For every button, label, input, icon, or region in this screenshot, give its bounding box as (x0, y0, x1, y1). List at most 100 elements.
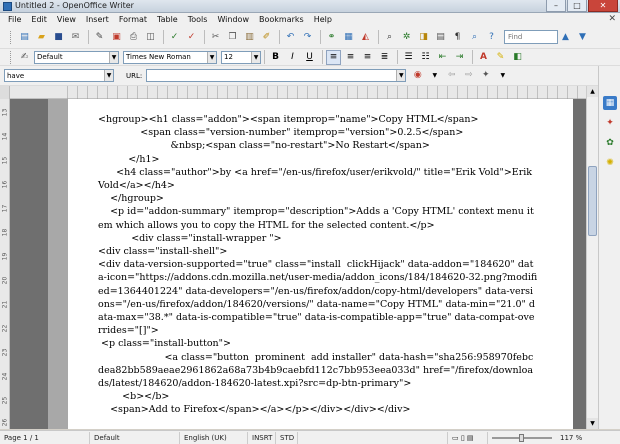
scroll-up-icon[interactable]: ▲ (587, 86, 598, 97)
horizontal-ruler[interactable] (0, 86, 598, 99)
increase-indent-icon[interactable]: ⇥ (452, 50, 467, 65)
bullets-icon[interactable]: ☷ (418, 50, 433, 65)
menu-bookmarks[interactable]: Bookmarks (254, 15, 309, 24)
export-pdf-icon[interactable]: ▣ (109, 30, 124, 45)
styles-sidebar-icon[interactable]: ✦ (603, 116, 617, 130)
menu-tools[interactable]: Tools (183, 15, 213, 24)
zoom-icon[interactable]: ⌕ (467, 30, 482, 45)
justify-icon[interactable]: ≣ (377, 50, 392, 65)
font-size-select[interactable]: 12 ▼ (221, 50, 261, 64)
find-replace-icon[interactable]: ⌕ (382, 30, 397, 45)
new-doc-icon[interactable]: ▤ (17, 30, 32, 45)
dropdown-icon[interactable]: ▼ (495, 68, 510, 83)
cut-icon[interactable]: ✂ (208, 30, 223, 45)
menu-edit[interactable]: Edit (26, 15, 52, 24)
highlight-icon[interactable]: ✎ (493, 50, 508, 65)
navigator-icon[interactable]: ✲ (399, 30, 414, 45)
find-next-icon[interactable]: ▼ (575, 30, 590, 45)
scroll-thumb[interactable] (588, 166, 597, 236)
paste-icon[interactable]: ▥ (242, 30, 257, 45)
decrease-indent-icon[interactable]: ⇤ (435, 50, 450, 65)
url-input[interactable]: ▼ (146, 69, 407, 82)
insert-mode[interactable]: INSRT (248, 431, 276, 444)
close-document-icon[interactable]: ✕ (608, 14, 616, 24)
menu-file[interactable]: File (3, 15, 26, 24)
paragraph-style-select[interactable]: Default ▼ (34, 50, 119, 64)
minimize-button[interactable]: – (546, 0, 566, 12)
menu-help[interactable]: Help (309, 15, 337, 24)
email-icon[interactable]: ✉ (68, 30, 83, 45)
maximize-button[interactable]: □ (567, 0, 587, 12)
zoom-slider[interactable] (492, 433, 552, 442)
edit-icon[interactable]: ✎ (92, 30, 107, 45)
document-text[interactable]: <hgroup><h1 class="addon"><span itemprop… (98, 113, 538, 417)
browse-icon[interactable]: ◉ (410, 68, 425, 83)
dropdown-icon[interactable]: ▼ (427, 68, 442, 83)
styles-icon[interactable]: ✍ (17, 50, 32, 65)
app-icon (3, 2, 12, 11)
navigate-forward-icon[interactable]: ⇨ (461, 68, 476, 83)
italic-button[interactable]: I (285, 50, 300, 65)
autospell-icon[interactable]: ✓ (184, 30, 199, 45)
menu-view[interactable]: View (52, 15, 81, 24)
numbering-icon[interactable]: ☰ (401, 50, 416, 65)
background-color-icon[interactable]: ◧ (510, 50, 525, 65)
selection-mode[interactable]: STD (276, 431, 298, 444)
align-right-icon[interactable]: ≡ (360, 50, 375, 65)
copy-icon[interactable]: ❐ (225, 30, 240, 45)
nonprint-icon[interactable]: ¶ (450, 30, 465, 45)
document-page[interactable]: <hgroup><h1 class="addon"><span itemprop… (68, 99, 573, 429)
ruler-number: 14 (1, 132, 9, 141)
url-label: URL: (126, 71, 143, 80)
close-button[interactable]: ✕ (588, 0, 618, 12)
gallery-sidebar-icon[interactable]: ✿ (603, 136, 617, 150)
open-icon[interactable]: ▰ (34, 30, 49, 45)
font-color-icon[interactable]: A (476, 50, 491, 65)
ruler-number: 24 (1, 372, 9, 381)
properties-icon[interactable]: ▦ (603, 96, 617, 110)
align-center-icon[interactable]: ≡ (343, 50, 358, 65)
page-indicator[interactable]: Page 1 / 1 (0, 431, 90, 444)
underline-button[interactable]: U (302, 50, 317, 65)
undo-icon[interactable]: ↶ (283, 30, 298, 45)
help-icon[interactable]: ? (484, 30, 499, 45)
zoom-value[interactable]: 117 % (556, 432, 586, 444)
align-left-icon[interactable]: ≡ (326, 49, 341, 65)
preview-icon[interactable]: ◫ (143, 30, 158, 45)
menu-format[interactable]: Format (114, 15, 152, 24)
vertical-ruler[interactable]: 13 14 15 16 17 18 19 20 21 22 23 24 25 2… (0, 99, 10, 429)
text-line: <hgroup><h1 class="addon"><span itemprop… (98, 114, 479, 125)
find-input[interactable]: Find (504, 30, 558, 44)
text-line: <p id="addon-summary" itemprop="descript… (98, 206, 534, 231)
gallery-icon[interactable]: ◨ (416, 30, 431, 45)
scroll-down-icon[interactable]: ▼ (587, 418, 598, 429)
navigate-back-icon[interactable]: ⇦ (444, 68, 459, 83)
ruler-marks (58, 86, 578, 99)
datasource-icon[interactable]: ▤ (433, 30, 448, 45)
layout-icons[interactable]: ▭ ▯ ▤ (448, 431, 488, 444)
window-controls: – □ ✕ (546, 0, 618, 12)
print-icon[interactable]: ⎙ (126, 30, 141, 45)
menu-insert[interactable]: Insert (81, 15, 114, 24)
bold-button[interactable]: B (268, 50, 283, 65)
redo-icon[interactable]: ↷ (300, 30, 315, 45)
search-input[interactable]: have ▼ (4, 69, 114, 82)
language-indicator[interactable]: English (UK) (180, 431, 248, 444)
find-previous-icon[interactable]: ▲ (558, 30, 573, 45)
toolbar-grip[interactable] (10, 30, 13, 44)
font-name-select[interactable]: Times New Roman ▼ (123, 50, 217, 64)
menu-window[interactable]: Window (212, 15, 254, 24)
show-draw-icon[interactable]: ◭ (358, 30, 373, 45)
vertical-scrollbar[interactable]: ▲ ▼ (586, 86, 598, 429)
navigator-sidebar-icon[interactable]: ✺ (603, 156, 617, 170)
table-icon[interactable]: ▦ (341, 30, 356, 45)
toolbar-grip[interactable] (10, 50, 13, 64)
spellcheck-icon[interactable]: ✓ (167, 30, 182, 45)
hyperlink-icon[interactable]: ⚭ (324, 30, 339, 45)
format-paint-icon[interactable]: ✐ (259, 30, 274, 45)
save-icon[interactable]: ■ (51, 30, 66, 45)
page-style[interactable]: Default (90, 431, 180, 444)
bookmark-icon[interactable]: ✦ (478, 68, 493, 83)
zoom-slider-knob[interactable] (519, 433, 524, 442)
menu-table[interactable]: Table (152, 15, 183, 24)
